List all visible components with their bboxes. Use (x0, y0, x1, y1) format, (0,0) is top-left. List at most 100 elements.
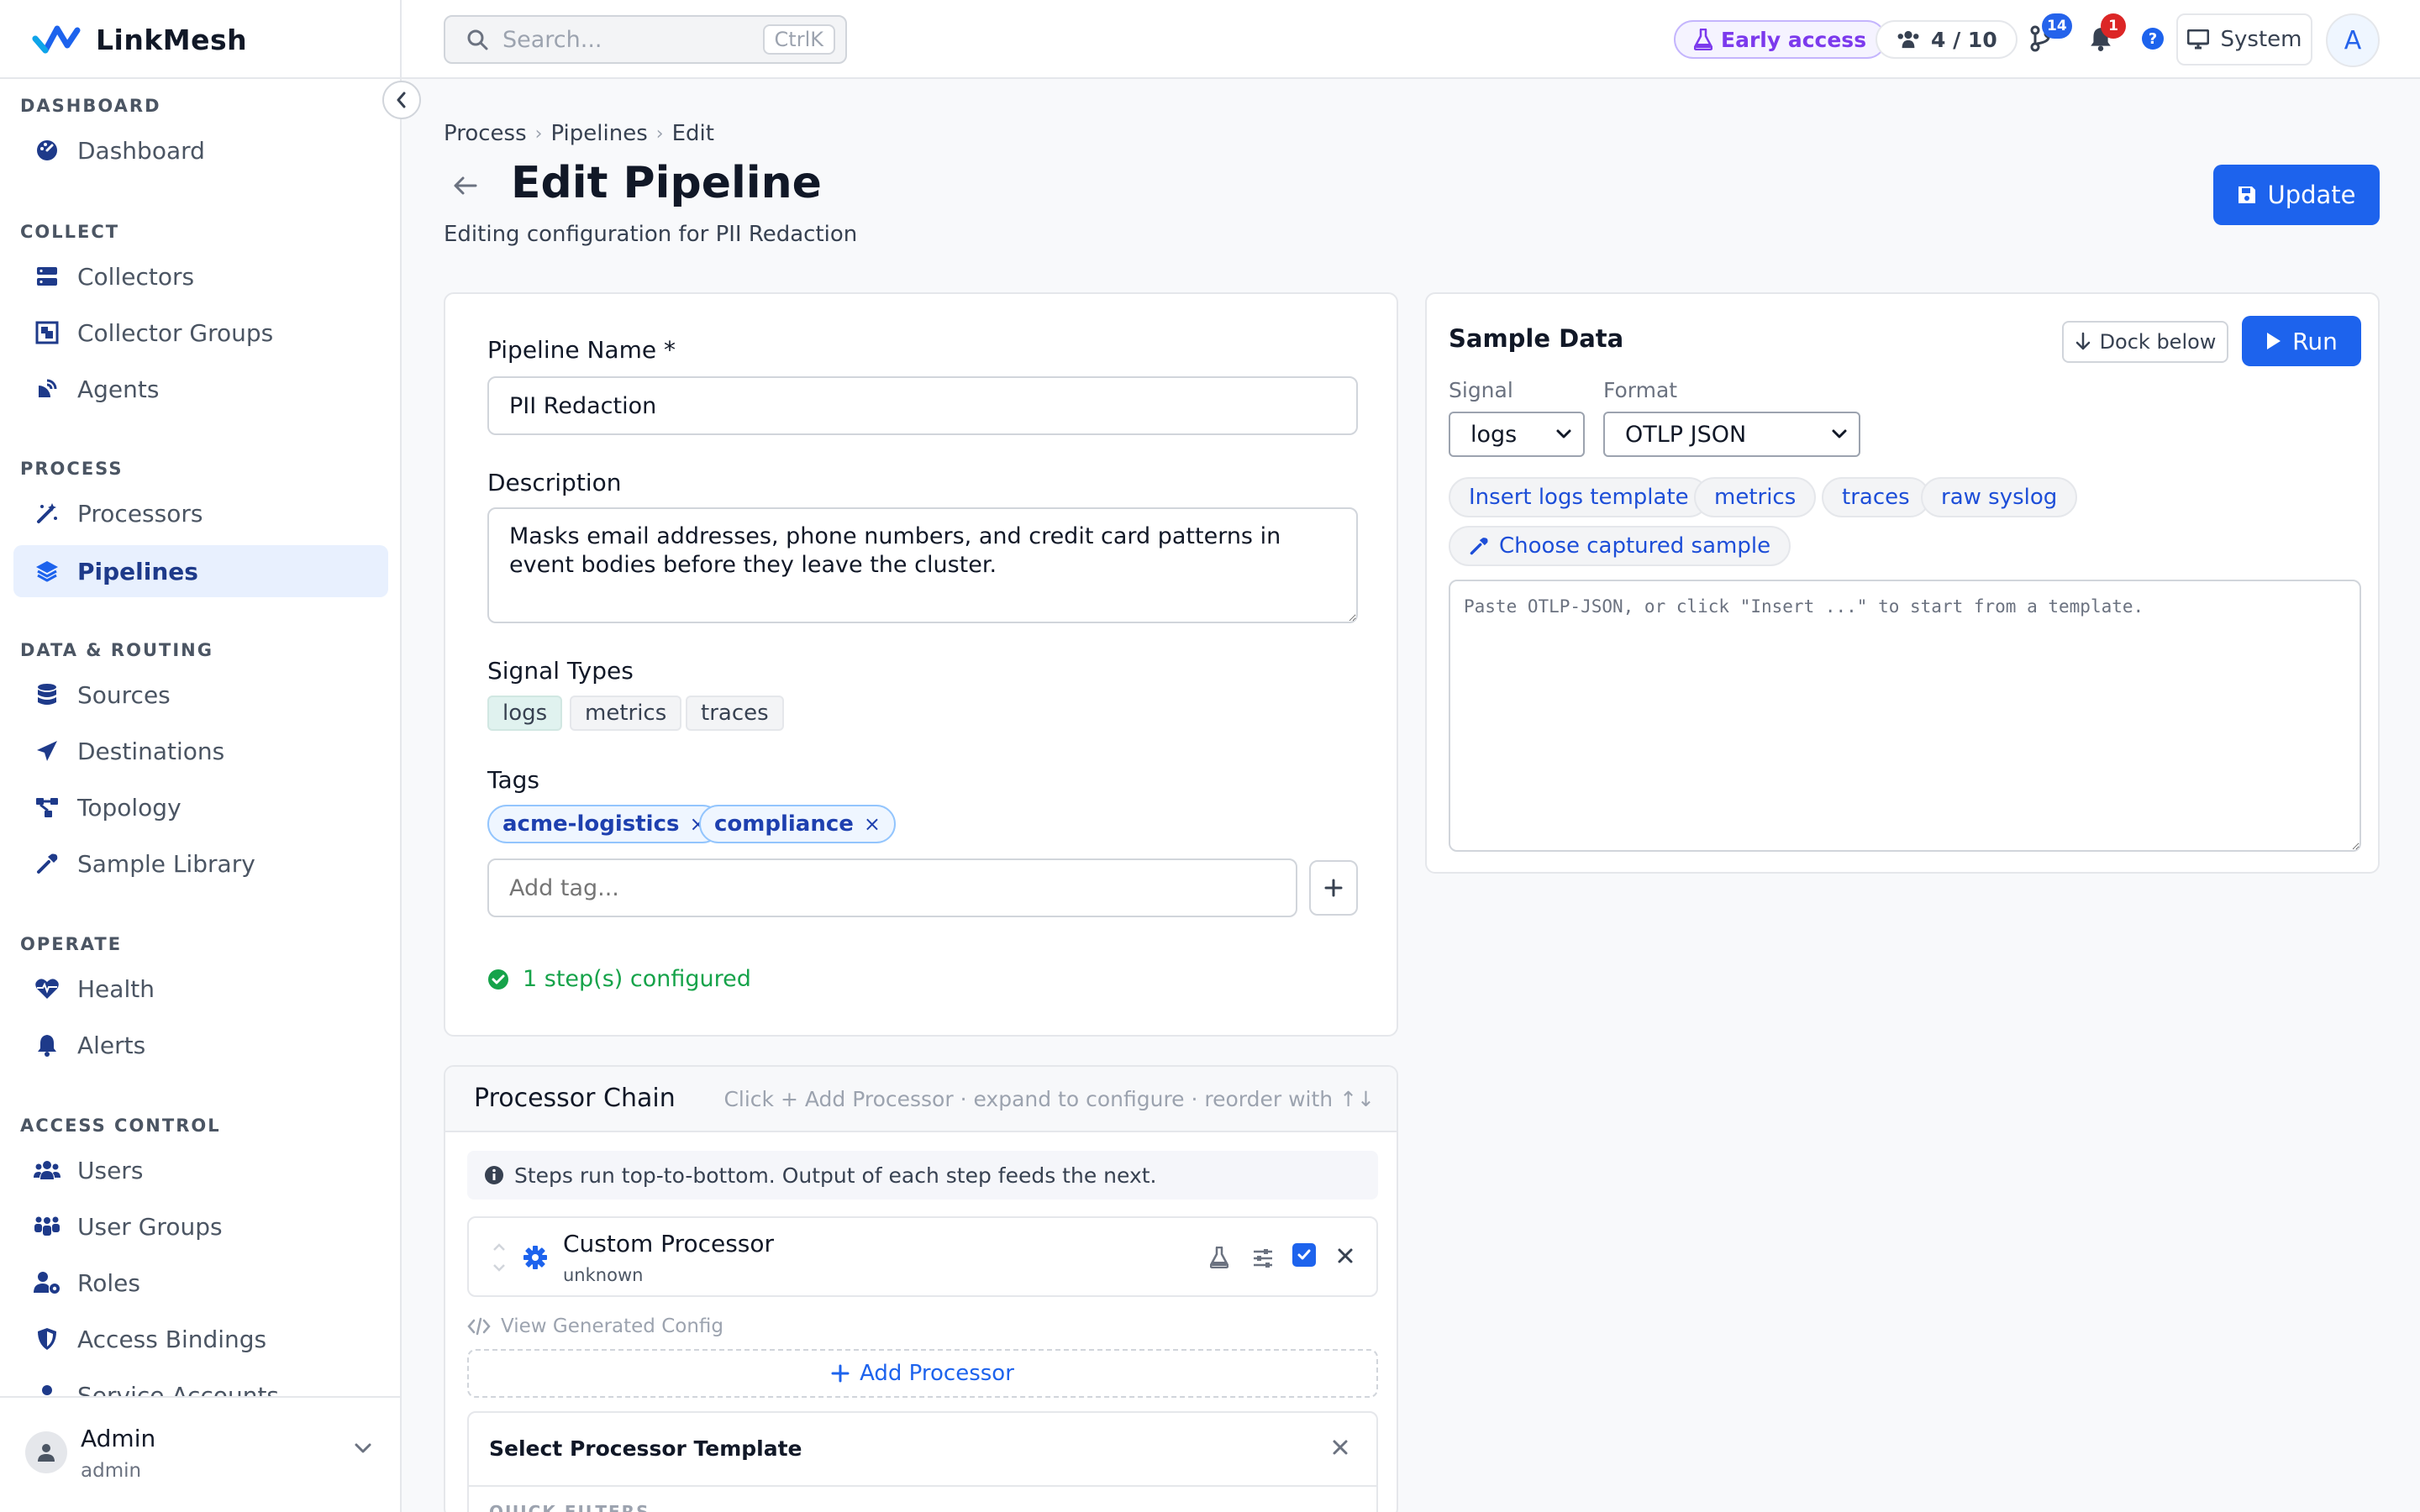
insert-logs-template-button[interactable]: Insert logs template (1449, 477, 1709, 517)
user-gear-icon (34, 1269, 60, 1296)
help-icon: ? (2142, 28, 2164, 50)
update-button[interactable]: Update (2213, 165, 2380, 225)
choose-captured-sample-button[interactable]: Choose captured sample (1449, 526, 1791, 566)
signal-type-logs[interactable]: logs (487, 696, 563, 731)
sidebar-item-processors[interactable]: Processors (13, 487, 388, 539)
search-input[interactable] (502, 26, 746, 53)
arrow-left-icon (450, 173, 479, 198)
linkmesh-logo-icon (32, 22, 81, 57)
help-button[interactable]: ? (2136, 22, 2170, 55)
layers-icon (34, 558, 60, 585)
chain-info-box: Steps run top-to-bottom. Output of each … (467, 1151, 1378, 1200)
remove-processor-icon[interactable] (1336, 1247, 1355, 1265)
add-tag-input[interactable] (487, 858, 1297, 917)
sidebar-item-users[interactable]: Users (13, 1144, 388, 1196)
processor-name: Custom Processor (563, 1230, 775, 1257)
sidebar-item-user-groups[interactable]: User Groups (13, 1200, 388, 1252)
description-textarea[interactable]: Masks email addresses, phone numbers, an… (487, 507, 1358, 623)
eyedropper-icon (1469, 536, 1489, 556)
format-label: Format (1603, 378, 1678, 402)
sidebar-item-collectors[interactable]: Collectors (13, 250, 388, 302)
chevron-left-icon (394, 91, 409, 109)
magic-wand-icon (34, 500, 60, 527)
notifications-button[interactable]: 1 (2084, 13, 2126, 55)
breadcrumb-edit: Edit (671, 121, 714, 146)
search-box[interactable]: CtrlK (444, 15, 847, 64)
signal-type-metrics[interactable]: metrics (570, 696, 682, 731)
sidebar-item-label: Dashboard (77, 136, 205, 165)
sidebar-item-destinations[interactable]: Destinations (13, 725, 388, 777)
section-title-dashboard: DASHBOARD (20, 96, 161, 116)
sidebar-item-access-bindings[interactable]: Access Bindings (13, 1313, 388, 1365)
chevron-down-icon (1555, 425, 1573, 444)
dock-below-button[interactable]: Dock below (2062, 321, 2228, 363)
breadcrumb: Process › Pipelines › Edit (444, 121, 714, 146)
format-select[interactable]: OTLP JSON (1603, 412, 1860, 457)
git-changes-button[interactable]: 14 (2025, 13, 2072, 55)
diagram-project-icon (34, 794, 60, 821)
breadcrumb-pipelines[interactable]: Pipelines (550, 121, 647, 146)
floppy-disk-icon (2237, 185, 2257, 205)
page-subtitle: Editing configuration for PII Redaction (444, 222, 858, 247)
sidebar-item-agents[interactable]: Agents (13, 363, 388, 415)
pipeline-name-input[interactable] (487, 376, 1358, 435)
insert-traces-template-button[interactable]: traces (1822, 477, 1930, 517)
code-icon (467, 1317, 491, 1336)
signal-select[interactable]: logs (1449, 412, 1585, 457)
early-access-label: Early access (1721, 27, 1867, 52)
choose-captured-sample-label: Choose captured sample (1499, 533, 1771, 559)
sidebar-item-roles[interactable]: Roles (13, 1257, 388, 1309)
sidebar-item-collector-groups[interactable]: Collector Groups (13, 307, 388, 359)
sample-data-textarea[interactable] (1449, 580, 2361, 852)
seat-usage-badge[interactable]: 4 / 10 (1876, 20, 2018, 59)
view-config-link[interactable]: View Generated Config (467, 1315, 723, 1337)
format-select-value: OTLP JSON (1625, 421, 1747, 448)
add-tag-button[interactable] (1309, 860, 1358, 916)
sidebar-user-menu[interactable]: Admin admin (0, 1396, 400, 1512)
gear-icon (523, 1245, 548, 1270)
insert-raw-syslog-template-button[interactable]: raw syslog (1921, 477, 2078, 517)
view-config-label: View Generated Config (501, 1315, 724, 1337)
reorder-chevrons-icon[interactable] (491, 1240, 508, 1275)
user-name: Admin (81, 1425, 156, 1452)
run-button[interactable]: Run (2242, 316, 2361, 366)
account-avatar-button[interactable]: A (2326, 13, 2380, 67)
back-button[interactable] (450, 173, 479, 198)
page-title: Edit Pipeline (511, 158, 822, 208)
theme-toggle-button[interactable]: System (2176, 13, 2312, 66)
sidebar-item-label: User Groups (77, 1212, 223, 1241)
sliders-icon[interactable] (1252, 1248, 1274, 1268)
test-flask-icon[interactable] (1210, 1247, 1228, 1268)
sidebar-item-sample-library[interactable]: Sample Library (13, 837, 388, 890)
collapse-sidebar-button[interactable] (382, 81, 421, 119)
sidebar-item-label: Access Bindings (77, 1325, 267, 1353)
breadcrumb-process[interactable]: Process (444, 121, 527, 146)
sidebar-item-label: Processors (77, 499, 203, 528)
section-title-process: PROCESS (20, 459, 124, 479)
add-processor-button[interactable]: Add Processor (467, 1349, 1378, 1398)
sidebar-item-pipelines[interactable]: Pipelines (13, 545, 388, 597)
section-title-operate: OPERATE (20, 934, 123, 954)
search-shortcut: CtrlK (762, 24, 835, 55)
sidebar-item-topology[interactable]: Topology (13, 781, 388, 833)
early-access-badge[interactable]: Early access (1674, 20, 1887, 59)
sidebar-item-dashboard[interactable]: Dashboard (13, 124, 388, 176)
sidebar-item-label: Alerts (77, 1031, 146, 1059)
sidebar-item-alerts[interactable]: Alerts (13, 1019, 388, 1071)
sidebar-item-sources[interactable]: Sources (13, 669, 388, 721)
app-logo[interactable]: LinkMesh (32, 17, 247, 62)
close-icon[interactable] (1331, 1438, 1349, 1457)
processor-enabled-checkbox[interactable] (1292, 1243, 1316, 1267)
processor-step[interactable]: Custom Processor unknown (467, 1216, 1378, 1297)
remove-tag-icon[interactable]: × (864, 812, 881, 836)
insert-metrics-template-button[interactable]: metrics (1694, 477, 1817, 517)
chevron-down-icon (1830, 425, 1849, 444)
steps-status-text: 1 step(s) configured (523, 966, 751, 992)
desktop-icon (2186, 29, 2209, 50)
seat-usage-count: 4 / 10 (1931, 27, 1997, 52)
sidebar-item-label: Roles (77, 1268, 140, 1297)
sidebar-item-health[interactable]: Health (13, 963, 388, 1015)
sidebar-item-service-accounts[interactable]: Service Accounts (13, 1369, 388, 1396)
sample-data-title: Sample Data (1449, 324, 1624, 353)
signal-type-traces[interactable]: traces (686, 696, 784, 731)
